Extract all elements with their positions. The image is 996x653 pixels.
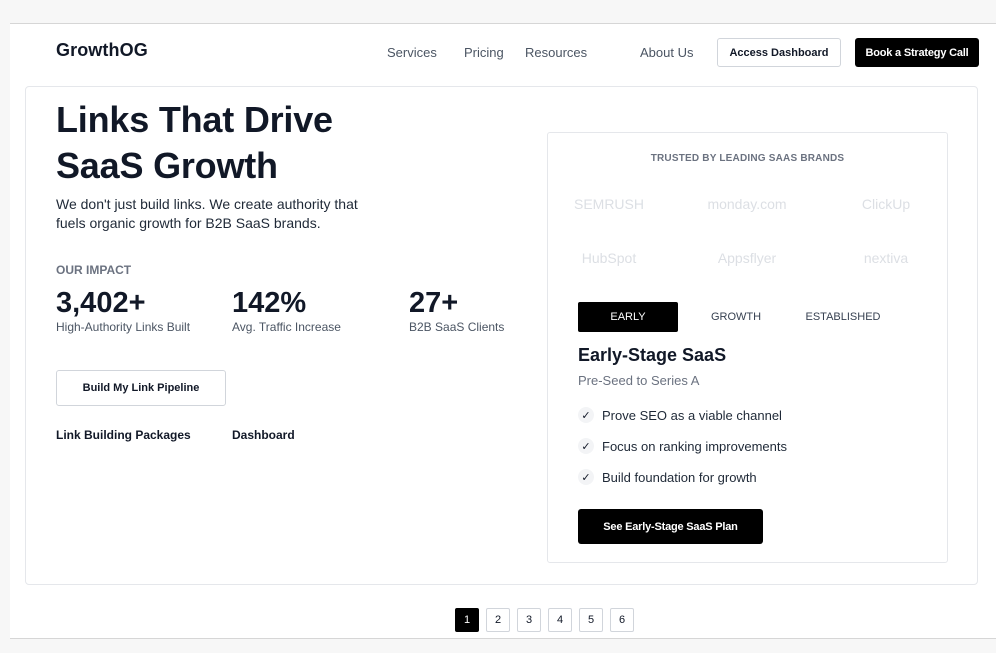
see-plan-button[interactable]: See Early-Stage SaaS Plan bbox=[578, 509, 763, 544]
tab-growth[interactable]: GROWTH bbox=[686, 302, 786, 332]
feature-item: ✓ Prove SEO as a viable channel bbox=[578, 407, 782, 423]
brand-logo-clickup: ClickUp bbox=[861, 196, 911, 212]
check-icon: ✓ bbox=[578, 469, 594, 485]
hero-headline: Links That Drive SaaS Growth bbox=[56, 97, 416, 189]
check-icon: ✓ bbox=[578, 407, 594, 423]
feature-text: Build foundation for growth bbox=[602, 469, 757, 485]
hero-subcopy: We don't just build links. We create aut… bbox=[56, 196, 358, 231]
stat-saas-clients: 27+ B2B SaaS Clients bbox=[409, 286, 504, 334]
plan-subtitle: Pre-Seed to Series A bbox=[578, 373, 700, 388]
nav-link-about-us[interactable]: About Us bbox=[640, 45, 693, 60]
hero-headline-line-1: Links That Drive bbox=[56, 99, 333, 140]
page-button-6[interactable]: 6 bbox=[610, 608, 634, 632]
dashboard-link[interactable]: Dashboard bbox=[232, 428, 295, 442]
page-button-1[interactable]: 1 bbox=[455, 608, 479, 632]
plan-title: Early-Stage SaaS bbox=[578, 345, 727, 365]
stat-label: High-Authority Links Built bbox=[56, 320, 191, 334]
stat-value: 142% bbox=[232, 287, 307, 319]
tab-established[interactable]: ESTABLISHED bbox=[793, 302, 893, 332]
page-button-4[interactable]: 4 bbox=[548, 608, 572, 632]
nav-link-resources[interactable]: Resources bbox=[525, 45, 587, 60]
plan-panel: TRUSTED BY LEADING SAAS BRANDS SEMRUSH m… bbox=[547, 132, 948, 563]
brand-logo-hubspot: HubSpot bbox=[581, 250, 637, 266]
page-button-2[interactable]: 2 bbox=[486, 608, 510, 632]
brand-logo-appsflyer: Appsflyer bbox=[717, 250, 777, 266]
tab-early[interactable]: EARLY bbox=[578, 302, 678, 332]
impact-label: OUR IMPACT bbox=[56, 263, 132, 277]
build-link-pipeline-button[interactable]: Build My Link Pipeline bbox=[56, 370, 226, 406]
brand-logo-nextiva: nextiva bbox=[863, 250, 909, 266]
check-icon: ✓ bbox=[578, 438, 594, 454]
feature-text: Prove SEO as a viable channel bbox=[602, 407, 782, 423]
pagination: 1 2 3 4 5 6 bbox=[455, 608, 634, 632]
stat-label: Avg. Traffic Increase bbox=[232, 320, 341, 334]
trusted-brands-label: TRUSTED BY LEADING SAAS BRANDS bbox=[650, 153, 845, 164]
stat-label: B2B SaaS Clients bbox=[409, 320, 505, 334]
stat-value: 27+ bbox=[409, 287, 459, 319]
brand-logo-monday: monday.com bbox=[707, 196, 787, 212]
feature-item: ✓ Focus on ranking improvements bbox=[578, 438, 787, 454]
stat-value: 3,402+ bbox=[56, 287, 146, 319]
page-button-5[interactable]: 5 bbox=[579, 608, 603, 632]
stat-links-built: 3,402+ High-Authority Links Built bbox=[56, 286, 190, 334]
page-frame: GrowthOG Services Pricing Resources Abou… bbox=[10, 23, 996, 639]
nav-link-pricing[interactable]: Pricing bbox=[464, 45, 504, 60]
brand-logo-semrush: SEMRUSH bbox=[573, 196, 644, 212]
link-building-packages-link[interactable]: Link Building Packages bbox=[56, 428, 191, 442]
site-logo[interactable]: GrowthOG bbox=[56, 40, 148, 61]
book-strategy-call-button[interactable]: Book a Strategy Call bbox=[855, 38, 979, 67]
stat-traffic-increase: 142% Avg. Traffic Increase bbox=[232, 286, 341, 334]
hero-section: Links That Drive SaaS Growth We don't ju… bbox=[25, 86, 978, 585]
feature-text: Focus on ranking improvements bbox=[602, 438, 787, 454]
page-button-3[interactable]: 3 bbox=[517, 608, 541, 632]
feature-item: ✓ Build foundation for growth bbox=[578, 469, 757, 485]
access-dashboard-button[interactable]: Access Dashboard bbox=[717, 38, 841, 67]
nav-link-services[interactable]: Services bbox=[387, 45, 437, 60]
hero-headline-line-2: SaaS Growth bbox=[56, 145, 278, 186]
